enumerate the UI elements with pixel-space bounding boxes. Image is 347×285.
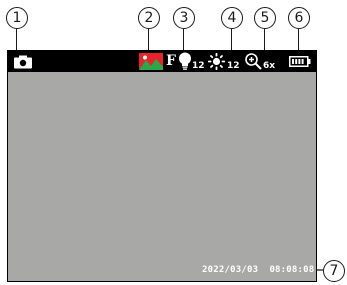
- timestamp: 2022/03/03 08:08:08: [202, 265, 314, 275]
- time-text: 08:08:08: [269, 265, 315, 275]
- sun-icon: [208, 53, 225, 70]
- status-bar: F 12 12 6x: [8, 51, 316, 72]
- light-bulb-icon: [179, 52, 191, 70]
- camera-screen: F 12 12 6x 2022/03/03 08:08:08: [7, 50, 317, 282]
- zoom-in-icon: [245, 53, 262, 70]
- flash-label: F: [166, 53, 176, 69]
- picture-mode-icon: [139, 53, 163, 70]
- zoom-level: 6x: [263, 61, 276, 71]
- date-text: 2022/03/03: [202, 265, 259, 275]
- brightness-level: 12: [227, 61, 240, 71]
- flash-level: 12: [192, 61, 205, 71]
- battery-icon: [289, 56, 311, 67]
- camera-icon: [14, 55, 32, 69]
